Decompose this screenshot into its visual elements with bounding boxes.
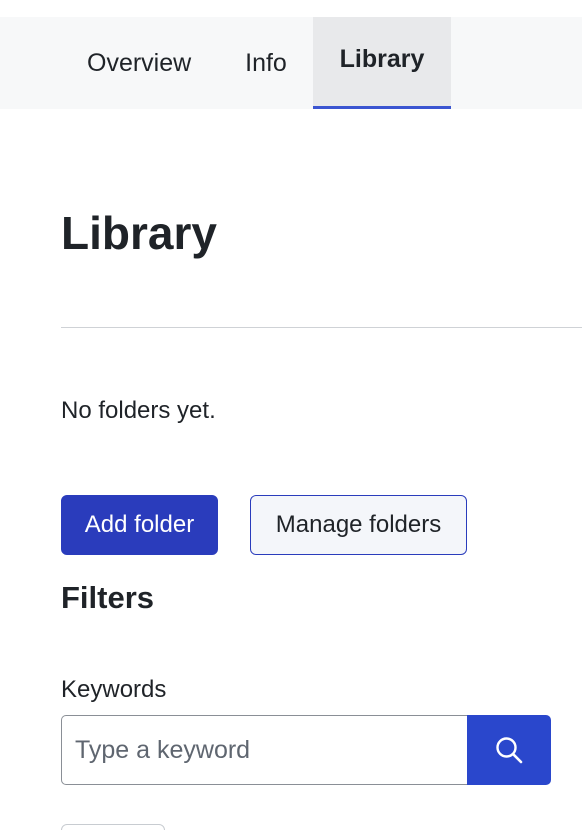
manage-folders-button[interactable]: Manage folders (250, 495, 467, 555)
tab-overview[interactable]: Overview (62, 17, 218, 109)
tab-info-label: Info (245, 48, 287, 77)
page: Overview Info Library Library No folders… (0, 0, 582, 830)
search-button[interactable] (467, 715, 551, 785)
add-folder-button[interactable]: Add folder (61, 495, 218, 555)
top-spacer (0, 0, 582, 17)
tab-library-label: Library (339, 45, 425, 73)
filters-heading: Filters (61, 580, 155, 615)
empty-folders-message: No folders yet. (61, 397, 216, 424)
divider (61, 327, 582, 328)
tab-bar: Overview Info Library (0, 17, 582, 109)
tab-info[interactable]: Info (232, 17, 300, 109)
partial-control[interactable] (61, 824, 165, 830)
tab-library[interactable]: Library (313, 17, 451, 109)
keywords-input[interactable] (61, 715, 468, 785)
keywords-label: Keywords (61, 676, 167, 703)
tab-overview-label: Overview (87, 48, 192, 77)
page-title: Library (61, 207, 217, 259)
search-icon (496, 737, 523, 764)
